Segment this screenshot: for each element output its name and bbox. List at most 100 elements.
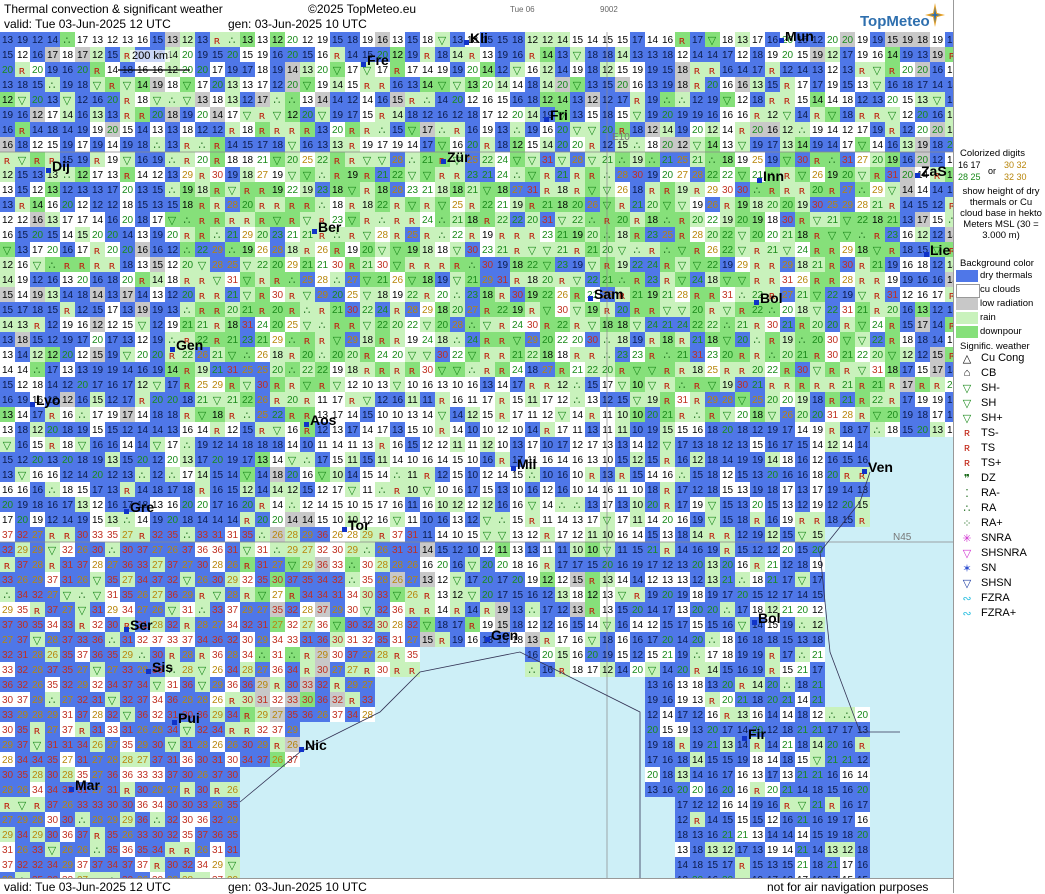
thermal-digit: 13 [167, 35, 179, 46]
map-cell [825, 542, 840, 557]
thermal-digit: 18 [212, 410, 224, 421]
thermal-digit: 14 [77, 470, 89, 481]
map-cell [900, 692, 915, 707]
thermal-digit: 20 [92, 335, 104, 346]
map-cell [510, 692, 525, 707]
thermal-digit: 16 [932, 65, 944, 76]
thermal-digit: 19 [227, 170, 239, 181]
thermal-digit: 18 [122, 260, 134, 271]
thermal-digit: 12 [482, 470, 494, 481]
map-cell [345, 722, 360, 737]
thermal-digit: 12 [542, 35, 554, 46]
thermal-digit: 10 [467, 470, 479, 481]
thermal-digit: 20 [332, 290, 344, 301]
map-cell [855, 557, 870, 572]
thermal-digit: 19 [317, 80, 329, 91]
thermal-digit: 31 [827, 410, 839, 421]
map-cell [945, 767, 953, 782]
thermal-digit: 17 [482, 110, 494, 121]
thermal-digit: 16 [887, 140, 899, 151]
thermal-digit: 14 [557, 35, 569, 46]
thermal-digit: 16 [827, 455, 839, 466]
thermal-digit: 12 [32, 35, 44, 46]
thermal-digit: 20 [797, 410, 809, 421]
thermal-digit: 26 [812, 170, 824, 181]
thermal-digit: 18 [527, 95, 539, 106]
thermal-digit: 12 [182, 35, 194, 46]
thermal-digit: 18 [467, 110, 479, 121]
thermal-digit: 18 [332, 200, 344, 211]
thermal-digit: 21 [767, 245, 779, 256]
thermal-digit: 25 [707, 365, 719, 376]
thermal-digit: 12 [917, 350, 929, 361]
thermal-digit: 19 [227, 65, 239, 76]
thermal-digit: 18 [422, 35, 434, 46]
thermal-digit: 13 [107, 455, 119, 466]
map-cell [930, 797, 945, 812]
thermal-digit: 12 [827, 65, 839, 76]
map-cell [255, 857, 270, 872]
weather-map[interactable]: 13 19 12 14 17 13 12 13 16 15 13 12 13 13 13 12 20 12 19 15… [0, 32, 953, 878]
thermal-digit: 19 [497, 260, 509, 271]
thermal-digit: 15 [752, 440, 764, 451]
thermal-digit: 18 [647, 140, 659, 151]
thermal-digit: 20 [182, 290, 194, 301]
thermal-digit: 14 [32, 125, 44, 136]
thermal-digit: 18 [227, 155, 239, 166]
thermal-digit: 11 [317, 440, 328, 451]
thermal-digit: 16 [737, 80, 749, 91]
thermal-digit: 13 [32, 170, 44, 181]
thermal-digit: 13 [617, 440, 629, 451]
thermal-digit: 14 [137, 410, 149, 421]
map-cell [480, 737, 495, 752]
map-cell [555, 797, 570, 812]
generated-time: gen: 03-Jun-2025 10 UTC [228, 17, 367, 31]
map-cell [600, 812, 615, 827]
thermal-digit: 19 [62, 80, 74, 91]
map-cell [420, 737, 435, 752]
map-cell [615, 707, 630, 722]
thermal-digit: 12 [632, 455, 644, 466]
map-cell [945, 542, 953, 557]
map-cell [525, 842, 540, 857]
thermal-digit: 12 [347, 95, 359, 106]
thermal-digit: 21 [227, 335, 239, 346]
map-cell [855, 527, 870, 542]
thermal-digit: 20 [527, 215, 539, 226]
thermal-digit: 31 [677, 395, 689, 406]
map-cell [945, 752, 953, 767]
thermal-digit: 31 [527, 185, 539, 196]
map-cell [915, 692, 930, 707]
thermal-digit: 18 [887, 365, 899, 376]
map-cell [540, 722, 555, 737]
map-cell [345, 812, 360, 827]
thermal-digit: 14 [2, 365, 14, 376]
map-cell [930, 542, 945, 557]
map-cell [270, 842, 285, 857]
map-cell [930, 662, 945, 677]
thermal-digit: 18 [32, 305, 44, 316]
thermal-digit: 19 [437, 275, 449, 286]
thermal-digit: 20 [782, 50, 794, 61]
thermal-digit: 13 [107, 290, 119, 301]
thermal-digit: 15 [47, 140, 59, 151]
thermal-digit: 12 [62, 470, 74, 481]
thermal-digit: 24 [377, 350, 389, 361]
map-cell [435, 782, 450, 797]
thermal-digit: 22 [767, 365, 779, 376]
thermal-digit: 17 [122, 395, 134, 406]
map-cell [930, 737, 945, 752]
thermal-digit: 20 [62, 350, 74, 361]
thermal-digit: 19 [92, 455, 104, 466]
thermal-digit: 21 [197, 395, 209, 406]
map-cell [630, 737, 645, 752]
thermal-digit: 15 [887, 35, 899, 46]
thermal-digit: 12 [2, 260, 14, 271]
thermal-digit: 29 [287, 260, 299, 271]
map-cell [930, 692, 945, 707]
map-cell [900, 677, 915, 692]
map-cell [270, 767, 285, 782]
map-cell [915, 842, 930, 857]
map-cell [495, 707, 510, 722]
map-cell [240, 767, 255, 782]
